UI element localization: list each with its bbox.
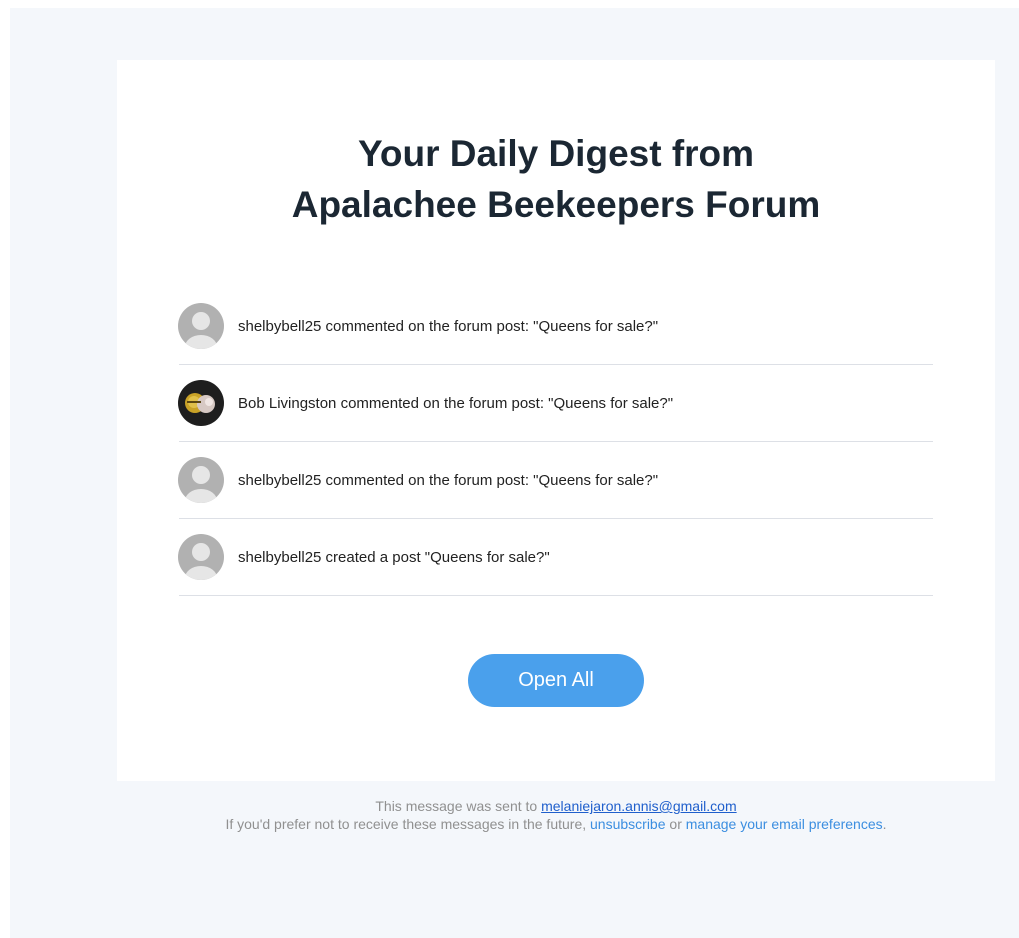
activity-text: shelbybell25 commented on the forum post… <box>238 317 659 335</box>
open-all-button[interactable]: Open All <box>468 654 644 707</box>
manage-preferences-link[interactable]: manage your email preferences <box>686 816 883 832</box>
page-title: Your Daily Digest from Apalachee Beekeep… <box>117 128 995 230</box>
list-item[interactable]: shelbybell25 commented on the forum post… <box>178 442 933 519</box>
sent-to-line: This message was sent to melaniejaron.an… <box>117 796 995 816</box>
period-text: . <box>882 816 887 832</box>
activity-text: shelbybell25 created a post "Queens for … <box>238 548 550 566</box>
digest-card: Your Daily Digest from Apalachee Beekeep… <box>117 60 995 781</box>
default-avatar-icon <box>178 457 224 503</box>
recipient-email-link[interactable]: melaniejaron.annis@gmail.com <box>541 798 737 814</box>
default-avatar-icon <box>178 303 224 349</box>
optout-text: If you'd prefer not to receive these mes… <box>225 816 591 832</box>
list-item[interactable]: Bob Livingston commented on the forum po… <box>178 365 933 442</box>
or-text: or <box>665 816 686 832</box>
email-footer: This message was sent to melaniejaron.an… <box>117 796 995 831</box>
unsubscribe-link[interactable]: unsubscribe <box>590 816 666 832</box>
bee-photo-avatar <box>178 380 224 426</box>
activity-text: Bob Livingston commented on the forum po… <box>238 394 674 412</box>
activity-text: shelbybell25 commented on the forum post… <box>238 471 659 489</box>
list-item[interactable]: shelbybell25 commented on the forum post… <box>178 288 933 365</box>
list-item[interactable]: shelbybell25 created a post "Queens for … <box>178 519 933 596</box>
default-avatar-icon <box>178 534 224 580</box>
optout-line: If you'd prefer not to receive these mes… <box>117 817 995 831</box>
sent-to-text: This message was sent to <box>375 798 542 814</box>
title-line-1: Your Daily Digest from <box>357 133 755 174</box>
title-line-2: Apalachee Beekeepers Forum <box>291 184 821 225</box>
activity-list: shelbybell25 commented on the forum post… <box>178 288 933 596</box>
email-background: Your Daily Digest from Apalachee Beekeep… <box>10 8 1019 938</box>
